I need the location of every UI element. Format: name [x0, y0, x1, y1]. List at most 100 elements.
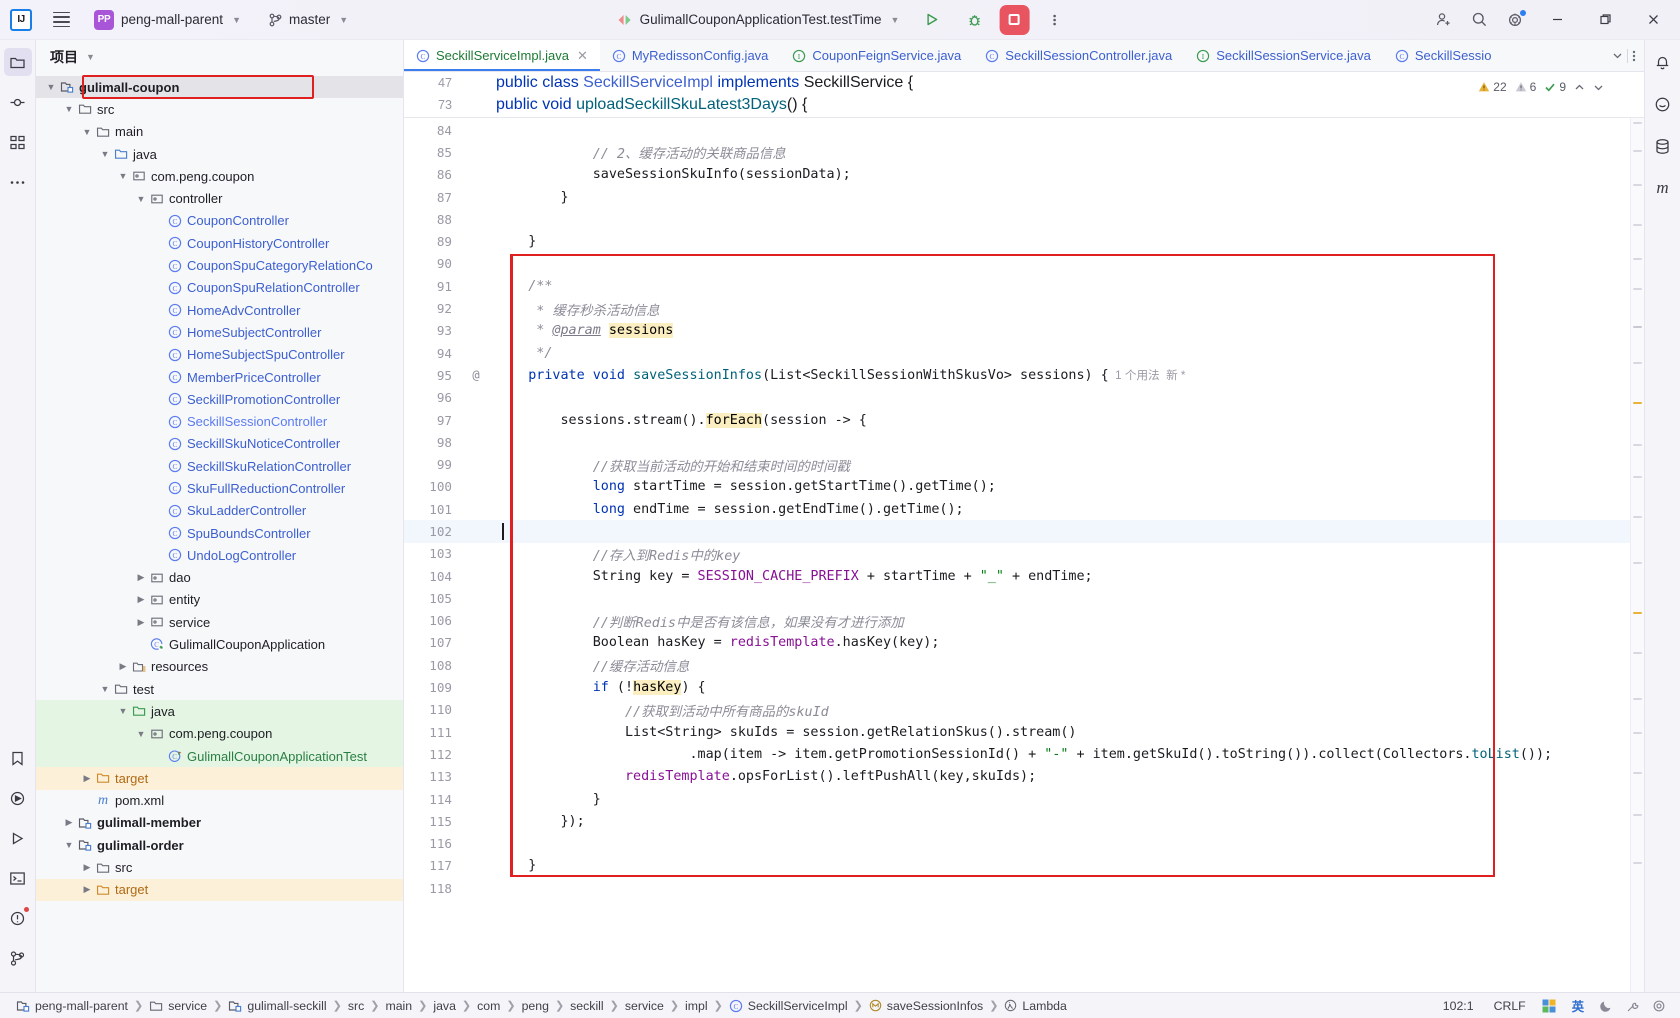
- chevron-down-icon[interactable]: ▼: [62, 840, 76, 850]
- code-line[interactable]: 100 long startTime = session.getStartTim…: [404, 476, 1630, 498]
- project-selector[interactable]: PP peng-mall-parent ▼: [90, 7, 248, 33]
- tree-node[interactable]: C HomeSubjectSpuController: [36, 344, 403, 366]
- caret-position[interactable]: 102:1: [1439, 999, 1478, 1013]
- breadcrumb-item[interactable]: peng-mall-parent: [10, 999, 134, 1013]
- code-line[interactable]: 84: [404, 119, 1630, 141]
- tree-node[interactable]: ▼ controller: [36, 187, 403, 209]
- code-line[interactable]: 117 }: [404, 855, 1630, 877]
- breadcrumb-item[interactable]: C SeckillServiceImpl: [723, 999, 854, 1013]
- tree-node[interactable]: ▼ gulimall-order: [36, 834, 403, 856]
- chevron-up-icon[interactable]: [1574, 82, 1585, 93]
- editor-viewport[interactable]: 47 public class SeckillServiceImpl implem…: [404, 72, 1644, 992]
- tree-node[interactable]: ▶ service: [36, 611, 403, 633]
- tree-node[interactable]: C SeckillPromotionController: [36, 388, 403, 410]
- chevron-right-icon[interactable]: ▶: [80, 884, 94, 895]
- chevron-right-icon[interactable]: ▶: [134, 594, 148, 605]
- more-vertical-icon[interactable]: [1632, 49, 1636, 63]
- editor-tab[interactable]: I CouponFeignService.java: [780, 40, 973, 71]
- sidebar-item-ai-assistant[interactable]: [1649, 90, 1677, 118]
- chevron-down-icon[interactable]: ▼: [134, 729, 148, 739]
- chevron-down-icon[interactable]: ▼: [116, 171, 130, 181]
- tools-icon[interactable]: [1626, 999, 1640, 1013]
- line-separator[interactable]: CRLF: [1490, 999, 1530, 1013]
- tree-node[interactable]: ▼ src: [36, 98, 403, 120]
- code-line[interactable]: 98: [404, 431, 1630, 453]
- breadcrumb-item[interactable]: impl: [679, 999, 714, 1013]
- code-line[interactable]: 47 public class SeckillServiceImpl implem…: [404, 72, 1644, 94]
- tree-node[interactable]: ▶ target: [36, 767, 403, 790]
- sidebar-item-project[interactable]: [3, 48, 32, 76]
- search-everywhere-button[interactable]: [1462, 5, 1496, 35]
- tree-node[interactable]: C SeckillSkuNoticeController: [36, 433, 403, 455]
- breadcrumb-item[interactable]: java: [427, 999, 462, 1013]
- tree-node[interactable]: C CouponSpuRelationController: [36, 277, 403, 299]
- sidebar-item-notifications[interactable]: [1649, 48, 1677, 76]
- code-content[interactable]: 84 85 // 2、缓存活动的关联商品信息 86 saveSessionSkuIn…: [404, 72, 1630, 992]
- code-line[interactable]: 99 //获取当前活动的开始和结束时间的时间戳: [404, 453, 1630, 475]
- tree-node[interactable]: C UndoLogController: [36, 544, 403, 566]
- tree-node[interactable]: C SkuFullReductionController: [36, 477, 403, 499]
- tree-node[interactable]: C GulimallCouponApplication: [36, 633, 403, 655]
- editor-tab[interactable]: C SeckillServiceImpl.java ✕: [404, 40, 600, 71]
- sidebar-item-terminal[interactable]: [4, 864, 32, 892]
- project-tree[interactable]: ▼ gulimall-coupon ▼ src ▼ main ▼ java ▼ com.peng.…: [36, 74, 403, 992]
- code-with-me-button[interactable]: [1426, 5, 1460, 35]
- moon-icon[interactable]: [1600, 999, 1614, 1013]
- code-line[interactable]: 91 /**: [404, 275, 1630, 297]
- code-line[interactable]: 102: [404, 520, 1630, 543]
- tree-node[interactable]: C HomeSubjectController: [36, 321, 403, 343]
- main-menu-button[interactable]: [48, 7, 74, 33]
- code-line[interactable]: 94 */: [404, 342, 1630, 364]
- sidebar-item-database[interactable]: [1649, 132, 1677, 160]
- code-line[interactable]: 108 //缓存活动信息: [404, 654, 1630, 676]
- editor-tab-bar[interactable]: C SeckillServiceImpl.java ✕ C MyRedissonConf…: [404, 40, 1644, 72]
- tree-node[interactable]: ▶ entity: [36, 589, 403, 611]
- breadcrumb-item[interactable]: seckill: [564, 999, 609, 1013]
- code-line[interactable]: 96: [404, 387, 1630, 409]
- chevron-right-icon[interactable]: ▶: [80, 862, 94, 873]
- tree-node[interactable]: C SeckillSessionController: [36, 410, 403, 432]
- gutter-marker[interactable]: @: [462, 368, 490, 382]
- tree-node[interactable]: ▶ resources: [36, 656, 403, 678]
- chevron-down-icon[interactable]: ▼: [86, 52, 95, 62]
- sidebar-item-commit[interactable]: [4, 88, 32, 116]
- breadcrumb-item[interactable]: src: [342, 999, 370, 1013]
- code-line[interactable]: 105: [404, 587, 1630, 609]
- breadcrumb-item[interactable]: service: [143, 999, 213, 1013]
- gear-small-icon[interactable]: [1652, 999, 1666, 1013]
- sidebar-item-bookmarks[interactable]: [4, 744, 32, 772]
- code-line[interactable]: 106 //判断Redis中是否有该信息，如果没有才进行添加: [404, 610, 1630, 632]
- run-configuration-selector[interactable]: GulimallCouponApplicationTest.testTime ▼: [609, 9, 908, 30]
- tree-node[interactable]: ▶ src: [36, 856, 403, 878]
- code-line[interactable]: 118: [404, 877, 1630, 899]
- maximize-window-button[interactable]: [1582, 0, 1628, 40]
- chevron-down-icon[interactable]: ▼: [62, 104, 76, 114]
- tree-node[interactable]: C SpuBoundsController: [36, 522, 403, 544]
- chevron-down-icon[interactable]: ▼: [116, 706, 130, 716]
- minimize-window-button[interactable]: [1534, 0, 1580, 40]
- code-line[interactable]: 113 redisTemplate.opsForList().leftPushA…: [404, 766, 1630, 788]
- inspection-widget[interactable]: 22 6 9: [1478, 80, 1604, 94]
- close-tab-icon[interactable]: ✕: [577, 48, 588, 64]
- chevron-right-icon[interactable]: ▶: [62, 817, 76, 828]
- tree-node[interactable]: ▶ dao: [36, 567, 403, 589]
- code-line[interactable]: 92 * 缓存秒杀活动信息: [404, 297, 1630, 319]
- close-window-button[interactable]: [1630, 0, 1676, 40]
- code-line[interactable]: 101 long endTime = session.getEndTime().…: [404, 498, 1630, 520]
- code-line[interactable]: 85 // 2、缓存活动的关联商品信息: [404, 141, 1630, 163]
- code-line[interactable]: 87 }: [404, 186, 1630, 208]
- code-line[interactable]: 110 //获取到活动中所有商品的skuId: [404, 699, 1630, 721]
- chevron-right-icon[interactable]: ▶: [80, 773, 94, 784]
- layout-icon[interactable]: [1542, 999, 1556, 1013]
- tree-node[interactable]: ▼ test: [36, 678, 403, 700]
- sidebar-item-version-control[interactable]: [4, 944, 32, 972]
- code-line[interactable]: 89 }: [404, 230, 1630, 252]
- editor-markers-strip[interactable]: [1630, 72, 1644, 992]
- breadcrumb-item[interactable]: saveSessionInfos: [863, 999, 989, 1013]
- code-line[interactable]: 104 String key = SESSION_CACHE_PREFIX + …: [404, 565, 1630, 587]
- chevron-down-icon[interactable]: [1593, 82, 1604, 93]
- sidebar-item-run[interactable]: [4, 824, 32, 852]
- tree-node[interactable]: ▼ java: [36, 143, 403, 165]
- sidebar-item-structure[interactable]: [4, 128, 32, 156]
- tree-node[interactable]: C GulimallCouponApplicationTest: [36, 744, 403, 768]
